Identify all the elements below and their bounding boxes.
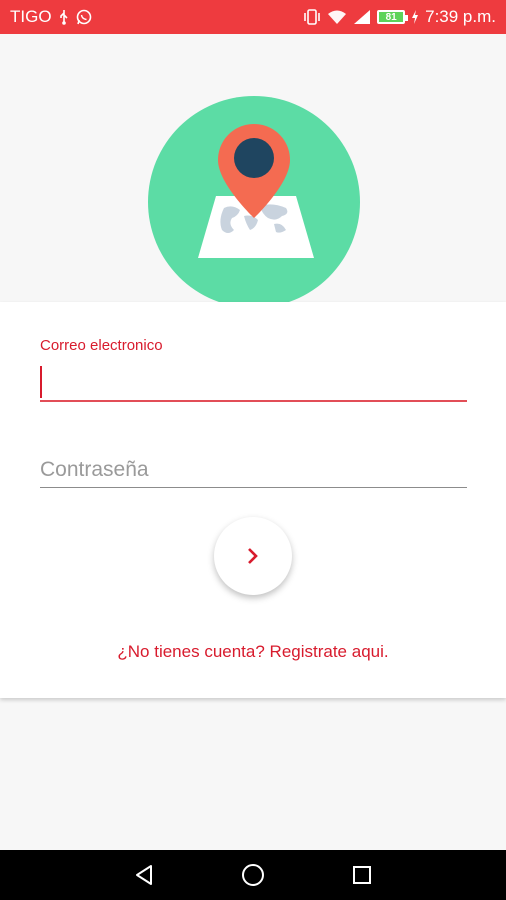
usb-icon bbox=[58, 9, 70, 25]
map-pin-icon bbox=[198, 124, 314, 258]
charging-icon bbox=[411, 10, 419, 24]
back-icon bbox=[136, 865, 153, 885]
navigation-bar bbox=[0, 850, 506, 900]
recents-button[interactable] bbox=[342, 855, 382, 895]
submit-button[interactable] bbox=[214, 517, 292, 595]
status-bar-right: 81 7:39 p.m. bbox=[303, 7, 496, 27]
status-bar: TIGO 81 7:39 p.m. bbox=[0, 0, 506, 34]
home-button[interactable] bbox=[233, 855, 273, 895]
back-button[interactable] bbox=[124, 855, 164, 895]
signal-icon bbox=[353, 9, 371, 25]
register-link[interactable]: ¿No tienes cuenta? Registrate aqui. bbox=[0, 642, 506, 662]
app-logo bbox=[148, 96, 360, 308]
recents-icon bbox=[352, 866, 371, 884]
text-cursor bbox=[40, 366, 42, 398]
login-card: Correo electronico ¿No tienes cuenta? Re… bbox=[0, 302, 506, 698]
home-icon bbox=[241, 864, 264, 886]
header-area bbox=[0, 34, 506, 308]
clock: 7:39 p.m. bbox=[425, 7, 496, 26]
vibrate-icon bbox=[303, 9, 321, 25]
status-bar-left: TIGO bbox=[10, 7, 92, 27]
wifi-icon bbox=[327, 9, 347, 25]
email-field[interactable] bbox=[40, 362, 467, 402]
password-field[interactable] bbox=[40, 452, 467, 488]
email-label: Correo electronico bbox=[40, 337, 163, 354]
chevron-right-icon bbox=[248, 548, 258, 564]
battery-icon: 81 bbox=[377, 10, 409, 24]
carrier-name: TIGO bbox=[10, 7, 52, 26]
battery-level: 81 bbox=[385, 11, 397, 23]
whatsapp-icon bbox=[76, 9, 92, 25]
